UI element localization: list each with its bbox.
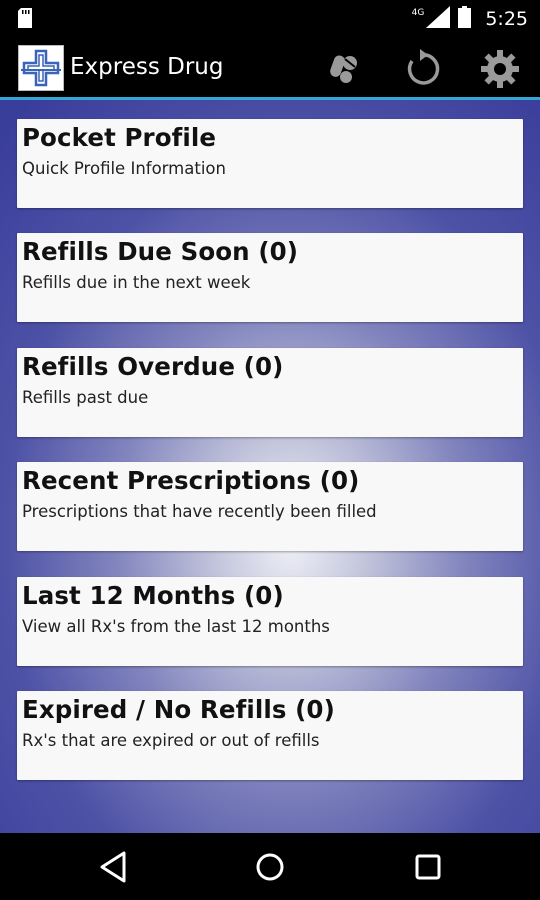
recents-icon[interactable] (410, 849, 446, 885)
settings-icon[interactable] (480, 49, 520, 89)
action-bar: Express Drug (0, 37, 540, 100)
card-refills-due-soon[interactable]: Refills Due Soon (0) Refills due in the … (17, 233, 523, 322)
card-last-12-months[interactable]: Last 12 Months (0) View all Rx's from th… (17, 577, 523, 666)
card-pocket-profile[interactable]: Pocket Profile Quick Profile Information (17, 119, 523, 208)
card-subtitle: Prescriptions that have recently been fi… (22, 502, 377, 521)
card-subtitle: Quick Profile Information (22, 159, 226, 178)
card-expired-no-refills[interactable]: Expired / No Refills (0) Rx's that are e… (17, 691, 523, 780)
sd-card-icon (18, 8, 32, 32)
screen: 4G 5:25 Express Drug Pocket Profile Quic… (0, 0, 540, 900)
card-title: Last 12 Months (0) (22, 581, 284, 610)
card-title: Refills Overdue (0) (22, 352, 284, 381)
card-refills-overdue[interactable]: Refills Overdue (0) Refills past due (17, 348, 523, 437)
status-bar: 4G 5:25 (0, 0, 540, 37)
card-title: Refills Due Soon (0) (22, 237, 299, 266)
pill-icon[interactable] (324, 49, 364, 89)
card-subtitle: Refills due in the next week (22, 273, 251, 292)
card-subtitle: View all Rx's from the last 12 months (22, 617, 330, 636)
card-title: Expired / No Refills (0) (22, 695, 335, 724)
network-type-label: 4G (411, 8, 425, 18)
card-title: Pocket Profile (22, 123, 217, 152)
refresh-icon[interactable] (402, 49, 442, 89)
back-icon[interactable] (96, 849, 132, 885)
card-recent-prescriptions[interactable]: Recent Prescriptions (0) Prescriptions t… (17, 462, 523, 551)
signal-icon (426, 6, 451, 32)
app-title: Express Drug (70, 54, 224, 80)
card-subtitle: Rx's that are expired or out of refills (22, 731, 320, 750)
card-subtitle: Refills past due (22, 388, 149, 407)
navigation-bar (0, 833, 540, 900)
clock: 5:25 (485, 8, 528, 30)
home-icon[interactable] (252, 849, 288, 885)
dashboard-list: Pocket Profile Quick Profile Information… (0, 100, 540, 833)
card-title: Recent Prescriptions (0) (22, 466, 360, 495)
app-logo[interactable] (18, 45, 64, 91)
battery-icon (458, 6, 472, 32)
